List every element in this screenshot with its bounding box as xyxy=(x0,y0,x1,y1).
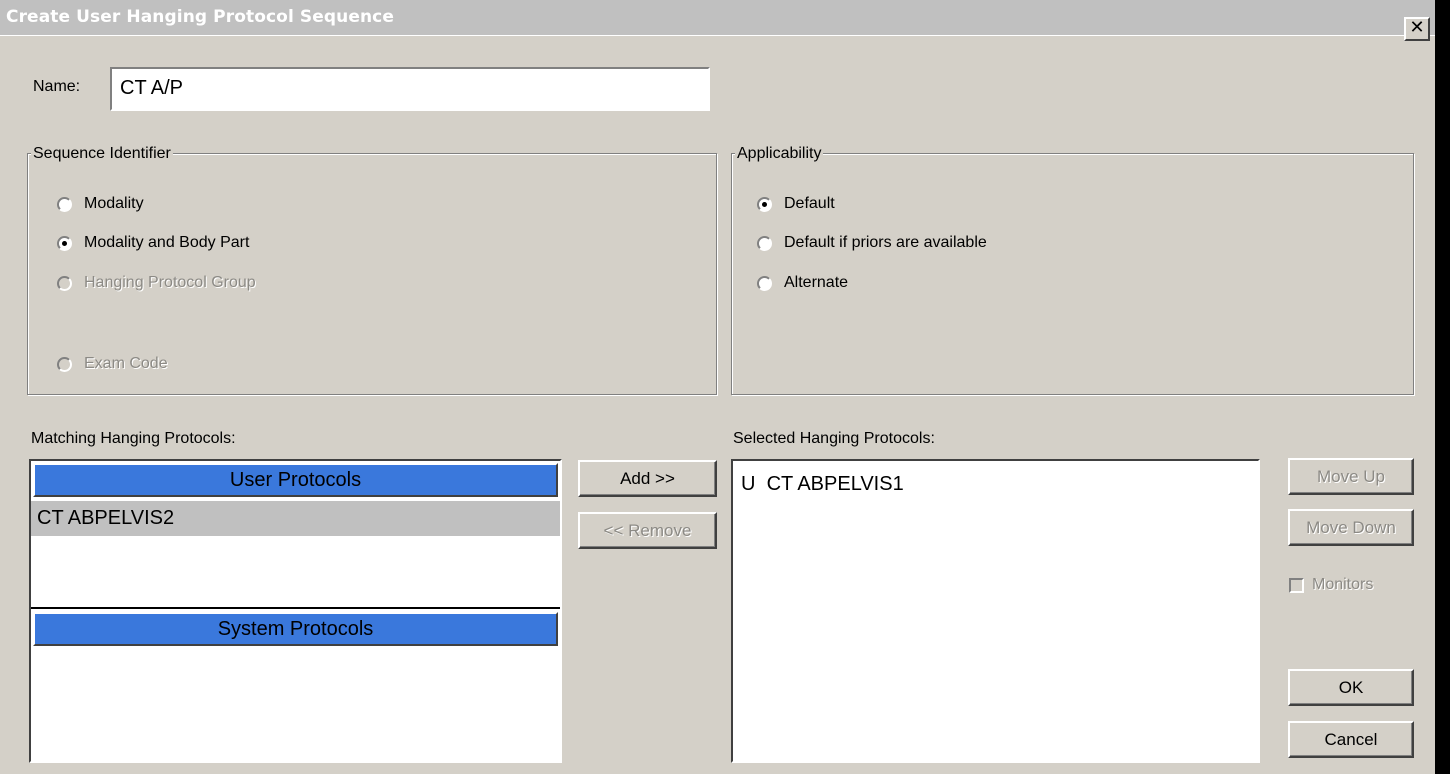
radio-exam-code: Exam Code xyxy=(57,355,168,373)
monitors-checkbox: Monitors xyxy=(1289,576,1373,594)
sequence-identifier-legend: Sequence Identifier xyxy=(31,145,173,163)
matching-protocols-label: Matching Hanging Protocols: xyxy=(31,430,236,447)
user-protocols-header: User Protocols xyxy=(33,463,558,497)
name-input-value: CT A/P xyxy=(120,77,183,99)
radio-hanging-protocol-group: Hanging Protocol Group xyxy=(57,274,256,292)
name-input[interactable]: CT A/P xyxy=(110,67,710,111)
radio-default-label: Default xyxy=(784,195,835,212)
list-item[interactable]: CT ABPELVIS2 xyxy=(31,501,560,536)
applicability-legend: Applicability xyxy=(735,145,824,163)
name-label: Name: xyxy=(33,78,81,95)
ok-button[interactable]: OK xyxy=(1288,669,1414,706)
radio-modality-body-part-label: Modality and Body Part xyxy=(84,234,250,251)
radio-modality-label: Modality xyxy=(84,195,144,212)
radio-modality[interactable]: Modality xyxy=(57,195,144,213)
radio-default-button[interactable] xyxy=(757,196,772,212)
remove-button-label: << Remove xyxy=(603,521,692,540)
radio-modality-body-part-button[interactable] xyxy=(57,235,72,251)
selected-protocols-label: Selected Hanging Protocols: xyxy=(733,430,935,447)
window-title: Create User Hanging Protocol Sequence xyxy=(6,7,394,27)
cancel-button[interactable]: Cancel xyxy=(1288,721,1414,758)
move-up-button: Move Up xyxy=(1288,458,1414,495)
radio-modality-button[interactable] xyxy=(57,196,72,212)
title-bar: Create User Hanging Protocol Sequence xyxy=(0,0,1435,36)
close-icon: ✕ xyxy=(1409,17,1425,38)
monitors-checkbox-box xyxy=(1289,577,1304,593)
radio-default-if-priors-label: Default if priors are available xyxy=(784,234,987,251)
radio-modality-body-part[interactable]: Modality and Body Part xyxy=(57,234,249,252)
system-protocols-header: System Protocols xyxy=(33,612,558,646)
remove-button: << Remove xyxy=(578,512,717,549)
radio-alternate-button[interactable] xyxy=(757,275,772,291)
radio-hanging-protocol-group-label: Hanging Protocol Group xyxy=(84,274,256,291)
move-down-button: Move Down xyxy=(1288,509,1414,546)
radio-alternate-label: Alternate xyxy=(784,274,849,291)
move-down-button-label: Move Down xyxy=(1306,518,1396,537)
list-item[interactable]: U CT ABPELVIS1 xyxy=(741,473,904,496)
close-button[interactable]: ✕ xyxy=(1404,17,1430,41)
list-divider xyxy=(31,607,560,609)
selected-item-name: CT ABPELVIS1 xyxy=(766,473,904,495)
add-button[interactable]: Add >> xyxy=(578,460,717,497)
radio-alternate[interactable]: Alternate xyxy=(757,274,848,292)
radio-hanging-protocol-group-button xyxy=(57,275,72,291)
radio-exam-code-button xyxy=(57,356,72,372)
radio-default[interactable]: Default xyxy=(757,195,835,213)
window-edge xyxy=(1435,0,1450,774)
selected-protocols-list[interactable]: U CT ABPELVIS1 xyxy=(731,459,1260,763)
move-up-button-label: Move Up xyxy=(1316,467,1386,486)
selected-item-type: U xyxy=(741,473,756,495)
monitors-label: Monitors xyxy=(1312,576,1374,593)
radio-default-if-priors-button[interactable] xyxy=(757,235,772,251)
radio-exam-code-label: Exam Code xyxy=(84,355,168,372)
radio-default-if-priors[interactable]: Default if priors are available xyxy=(757,234,987,252)
